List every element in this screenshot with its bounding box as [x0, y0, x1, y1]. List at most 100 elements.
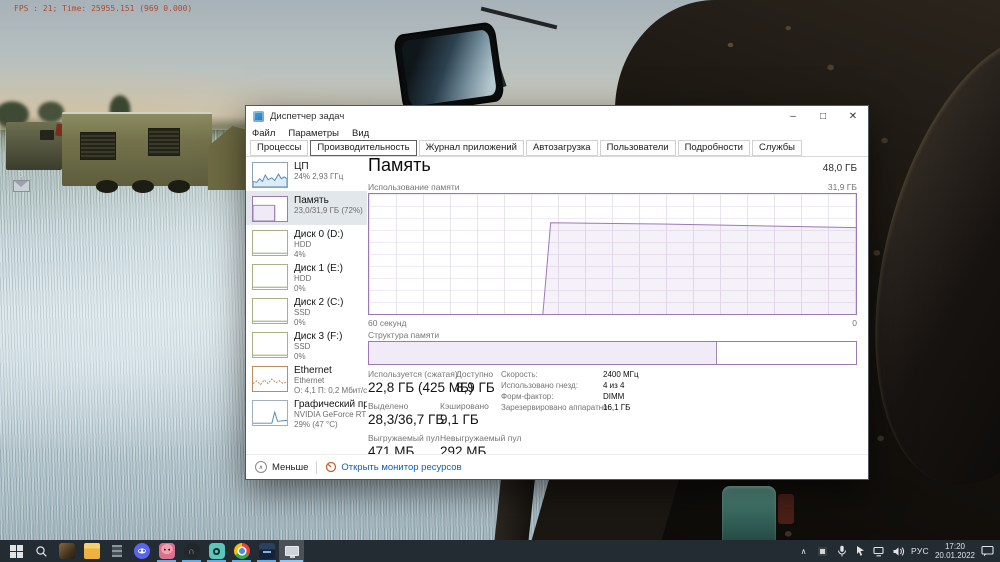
sidebar-item-ethernet[interactable]: Ethernet Ethernet О: 4,1 П: 0,2 Мбит/с	[246, 361, 367, 395]
disk-mini-graph-icon	[252, 230, 288, 256]
performance-sidebar: ЦП 24% 2,93 ГГц Память 23,0/31,9 ГБ (72%…	[246, 157, 367, 454]
tab-details[interactable]: Подробности	[677, 140, 750, 156]
memory-usage-area	[542, 222, 856, 314]
rear-view-mirror	[392, 21, 506, 115]
sidebar-item-disk2[interactable]: Диск 2 (C:) SSD 0%	[246, 293, 367, 327]
octopus-app-icon	[158, 543, 175, 559]
chevron-up-icon: ∧	[255, 461, 267, 473]
bsg-launcher-icon	[258, 543, 275, 559]
tab-processes[interactable]: Процессы	[250, 140, 309, 156]
open-resource-monitor-link[interactable]: Открыть монитор ресурсов	[341, 462, 461, 473]
tray-expand-button[interactable]: ∧	[797, 543, 810, 559]
taskbar-app-server-list[interactable]	[104, 540, 129, 562]
game-launcher-icon	[58, 543, 75, 559]
stat-value: 22,8 ГБ (425 МБ)	[368, 380, 474, 395]
military-trailer	[62, 112, 212, 186]
trailer-vent	[148, 128, 180, 156]
sidebar-item-gpu[interactable]: Графический про NVIDIA GeForce RTX 208 2…	[246, 395, 367, 429]
teal-machine-part	[722, 486, 776, 544]
tray-volume-button[interactable]	[892, 543, 905, 559]
medal-app-icon	[208, 543, 225, 559]
taskbar-clock[interactable]: 17:20 20.01.2022	[935, 542, 975, 560]
military-truck	[6, 122, 62, 170]
taskbar-app-headset[interactable]: ∩	[179, 540, 204, 562]
chart-x-axis-right: 0	[852, 318, 857, 328]
sidebar-item-cpu[interactable]: ЦП 24% 2,93 ГГц	[246, 157, 367, 191]
memory-mini-graph-icon	[252, 196, 288, 222]
taskbar-app-task-manager[interactable]	[279, 540, 304, 562]
file-explorer-icon	[83, 543, 100, 559]
resource-monitor-icon	[326, 461, 337, 473]
titlebar[interactable]: Диспетчер задач – □ ✕	[246, 106, 868, 126]
taskbar-app-discord[interactable]	[129, 540, 154, 562]
stat-value: 28,3/36,7 ГБ	[368, 412, 445, 427]
tab-services[interactable]: Службы	[752, 140, 802, 156]
menu-view[interactable]: Вид	[352, 128, 369, 139]
stat-label: Выгружаемый пул	[368, 433, 440, 443]
chevron-up-icon: ∧	[800, 546, 807, 556]
speaker-icon	[893, 546, 905, 556]
language-indicator[interactable]: РУС	[911, 546, 929, 556]
maximize-icon: □	[819, 110, 827, 122]
tab-app-history[interactable]: Журнал приложений	[418, 140, 524, 156]
chart-x-axis-left: 60 секунд	[368, 318, 407, 328]
tray-cursor-button[interactable]	[854, 543, 867, 559]
trailer-wheel	[96, 180, 118, 193]
detail-value: DIMM	[603, 392, 625, 401]
tray-app-button[interactable]	[816, 543, 829, 559]
cpu-mini-graph-icon	[252, 162, 288, 188]
action-center-icon	[981, 545, 994, 557]
mirror-glass	[400, 29, 498, 107]
taskbar-app-bsg-launcher[interactable]	[254, 540, 279, 562]
tray-network-button[interactable]	[873, 543, 886, 559]
search-button[interactable]	[29, 540, 54, 562]
taskmanager-footer: ∧ Меньше Открыть монитор ресурсов	[246, 454, 868, 479]
game-mail-hud: 3	[6, 170, 36, 197]
taskbar-app-octopus[interactable]	[154, 540, 179, 562]
memory-stats: Используется (сжатая) 22,8 ГБ (425 МБ) Д…	[368, 369, 521, 465]
server-list-icon	[109, 543, 125, 559]
menu-options[interactable]: Параметры	[288, 128, 339, 139]
detail-label: Скорость:	[501, 370, 538, 379]
taskbar-app-game-launcher[interactable]	[54, 540, 79, 562]
taskbar-app-chrome[interactable]	[229, 540, 254, 562]
cursor-arrow-icon	[857, 546, 865, 556]
sidebar-item-disk1[interactable]: Диск 1 (E:) HDD 0%	[246, 259, 367, 293]
detail-value: 2400 МГц	[603, 370, 639, 379]
disk-mini-graph-icon	[252, 264, 288, 290]
maximize-button[interactable]: □	[808, 106, 838, 126]
sidebar-item-disk3[interactable]: Диск 3 (F:) SSD 0%	[246, 327, 367, 361]
detail-value: 4 из 4	[603, 381, 625, 390]
memory-hardware-details: Скорость: 2400 МГц Использовано гнезд: 4 и…	[501, 369, 639, 413]
mail-badge-count: 3	[18, 170, 24, 179]
detail-label: Зарезервировано аппаратно:	[501, 403, 610, 412]
start-button[interactable]	[4, 540, 29, 562]
sidebar-item-memory[interactable]: Память 23,0/31,9 ГБ (72%)	[246, 191, 367, 225]
action-center-button[interactable]	[981, 543, 994, 559]
stat-label: Невыгружаемый пул	[440, 433, 522, 443]
fps-overlay-text: FPS : 21; Time: 25955.151 (969 0.000)	[14, 4, 193, 13]
task-manager-taskbar-icon	[284, 546, 299, 558]
headset-app-icon: ∩	[183, 543, 200, 559]
stat-label: Используется (сжатая)	[368, 369, 458, 379]
fewer-details-button[interactable]: Меньше	[272, 462, 308, 473]
minimize-button[interactable]: –	[778, 106, 808, 126]
usage-chart-max: 31,9 ГБ	[827, 182, 857, 192]
tray-microphone-button[interactable]	[835, 543, 848, 559]
taskbar-app-file-explorer[interactable]	[79, 540, 104, 562]
truck-window	[40, 130, 54, 140]
detail-value: 16,1 ГБ	[603, 403, 631, 412]
window-title: Диспетчер задач	[270, 110, 345, 122]
taskbar-app-medal[interactable]	[204, 540, 229, 562]
menu-file[interactable]: Файл	[252, 128, 275, 139]
detail-label: Использовано гнезд:	[501, 381, 578, 390]
screen: FPS : 21; Time: 25955.151 (969 0.000) 3 …	[0, 0, 1000, 562]
tab-performance[interactable]: Производительность	[310, 140, 417, 156]
trailer-vent	[80, 132, 116, 160]
sidebar-item-disk0[interactable]: Диск 0 (D:) HDD 4%	[246, 225, 367, 259]
clock-date: 20.01.2022	[934, 551, 975, 560]
tab-users[interactable]: Пользователи	[599, 140, 676, 156]
tab-startup[interactable]: Автозагрузка	[525, 140, 598, 156]
windows-logo-icon	[10, 544, 23, 558]
close-button[interactable]: ✕	[838, 106, 868, 126]
